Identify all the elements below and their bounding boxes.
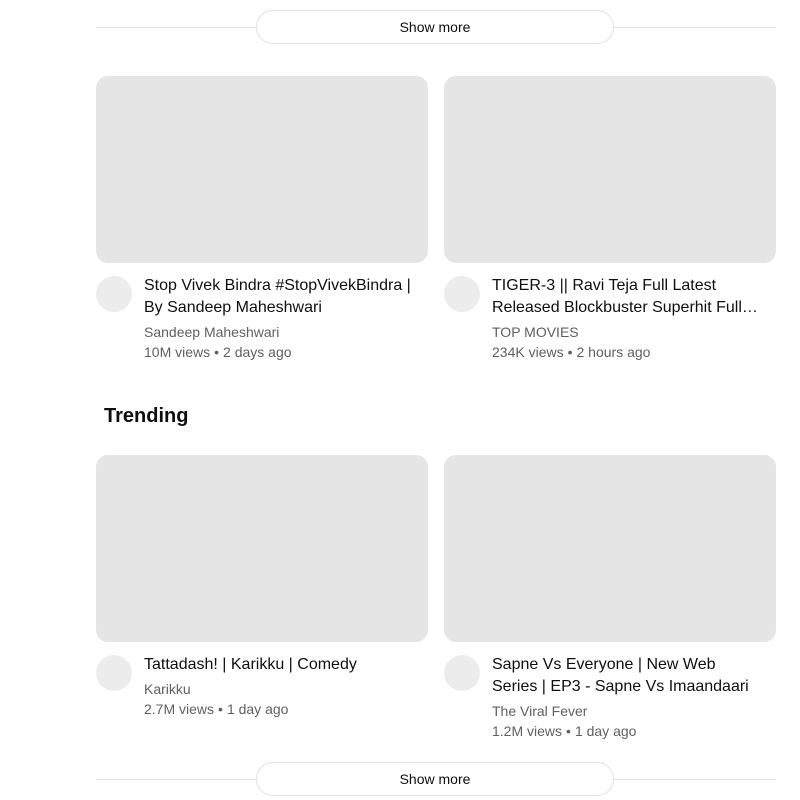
video-thumbnail[interactable] <box>96 455 428 642</box>
video-title[interactable]: Stop Vivek Bindra #StopVivekBindra | By … <box>144 275 412 319</box>
show-more-row-bottom: Show more <box>96 762 776 798</box>
video-info: Tattadash! | Karikku | Comedy Karikku 2.… <box>144 654 412 719</box>
video-info: Stop Vivek Bindra #StopVivekBindra | By … <box>144 275 412 362</box>
channel-name[interactable]: The Viral Fever <box>492 701 760 721</box>
video-stats: 10M views • 2 days ago <box>144 342 412 362</box>
video-meta: Stop Vivek Bindra #StopVivekBindra | By … <box>96 275 428 365</box>
video-card[interactable]: Stop Vivek Bindra #StopVivekBindra | By … <box>96 76 428 365</box>
separator-dot: • <box>218 701 223 717</box>
video-title[interactable]: TIGER-3 || Ravi Teja Full Latest Release… <box>492 275 760 319</box>
video-title[interactable]: Sapne Vs Everyone | New Web Series | EP3… <box>492 654 760 698</box>
video-info: Sapne Vs Everyone | New Web Series | EP3… <box>492 654 760 741</box>
video-meta: TIGER-3 || Ravi Teja Full Latest Release… <box>444 275 776 365</box>
separator-dot: • <box>214 344 220 360</box>
view-count: 2.7M views <box>144 701 215 717</box>
video-thumbnail[interactable] <box>444 455 776 642</box>
upload-age: 2 days ago <box>223 344 292 360</box>
video-card[interactable]: Sapne Vs Everyone | New Web Series | EP3… <box>444 455 776 744</box>
channel-avatar[interactable] <box>444 276 480 312</box>
channel-name[interactable]: TOP MOVIES <box>492 322 760 342</box>
video-info: TIGER-3 || Ravi Teja Full Latest Release… <box>492 275 760 362</box>
upload-age: 1 day ago <box>574 723 637 739</box>
section-title-trending: Trending <box>104 405 189 427</box>
view-count: 234K views <box>492 344 564 360</box>
separator-dot: • <box>567 344 573 360</box>
video-title[interactable]: Tattadash! | Karikku | Comedy <box>144 654 412 676</box>
page: Show more Stop Vivek Bindra #StopVivekBi… <box>0 0 800 800</box>
upload-age: 2 hours ago <box>576 344 651 360</box>
separator-dot: • <box>566 723 571 739</box>
channel-avatar[interactable] <box>96 276 132 312</box>
channel-name[interactable]: Sandeep Maheshwari <box>144 322 412 342</box>
view-count: 1.2M views <box>492 723 563 739</box>
video-stats: 1.2M views • 1 day ago <box>492 721 760 741</box>
show-more-button[interactable]: Show more <box>256 10 614 44</box>
channel-avatar[interactable] <box>444 655 480 691</box>
video-meta: Sapne Vs Everyone | New Web Series | EP3… <box>444 654 776 744</box>
video-card[interactable]: Tattadash! | Karikku | Comedy Karikku 2.… <box>96 455 428 744</box>
view-count: 10M views <box>144 344 211 360</box>
video-meta: Tattadash! | Karikku | Comedy Karikku 2.… <box>96 654 428 744</box>
show-more-row-top: Show more <box>96 10 776 46</box>
channel-avatar[interactable] <box>96 655 132 691</box>
show-more-button[interactable]: Show more <box>256 762 614 796</box>
video-stats: 234K views • 2 hours ago <box>492 342 760 362</box>
video-thumbnail[interactable] <box>444 76 776 263</box>
video-card[interactable]: TIGER-3 || Ravi Teja Full Latest Release… <box>444 76 776 365</box>
video-stats: 2.7M views • 1 day ago <box>144 699 412 719</box>
channel-name[interactable]: Karikku <box>144 679 412 699</box>
upload-age: 1 day ago <box>226 701 289 717</box>
video-thumbnail[interactable] <box>96 76 428 263</box>
